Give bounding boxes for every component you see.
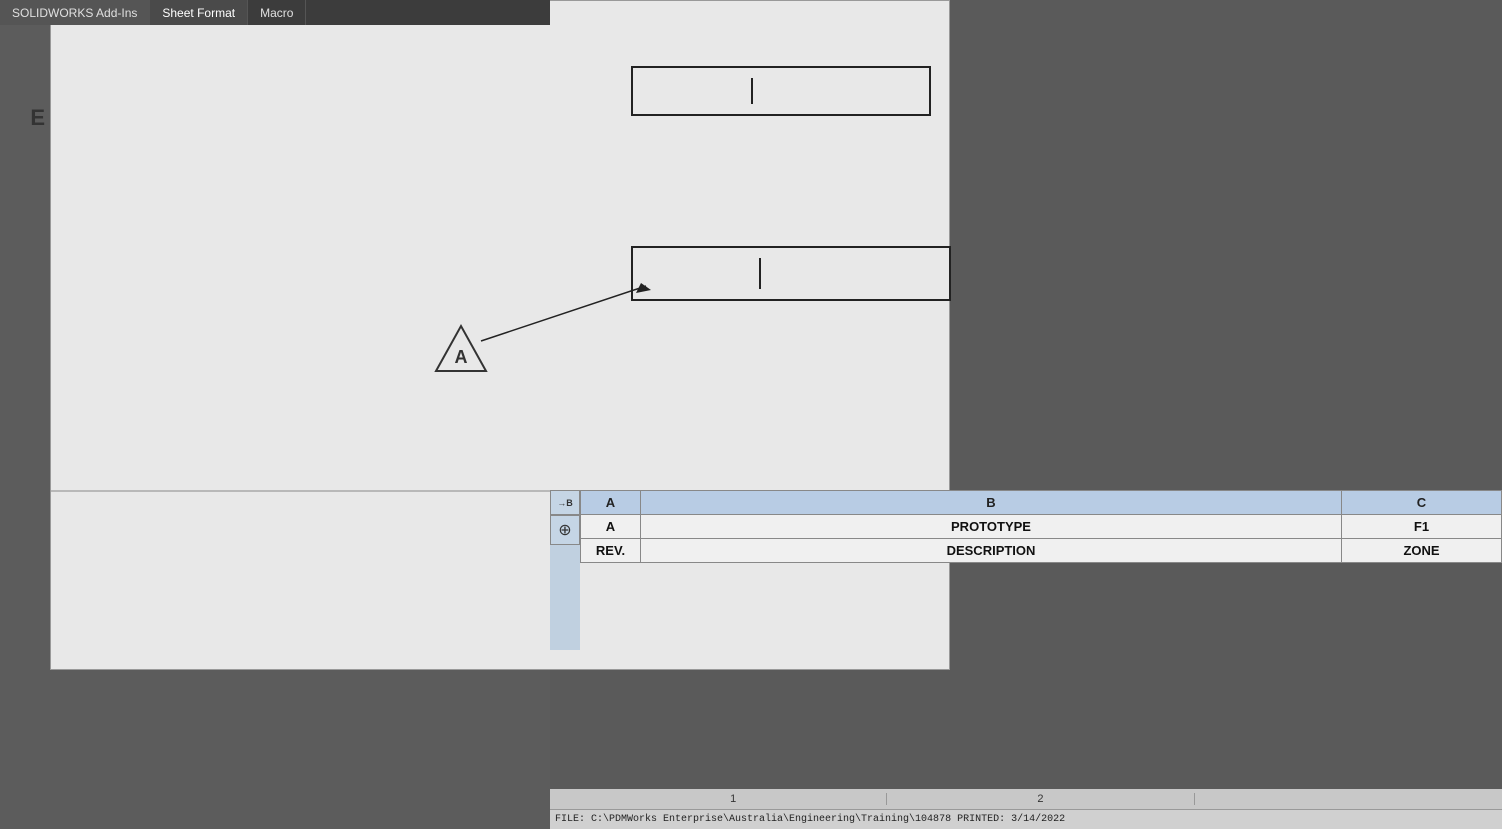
col-num-1: 1 — [580, 793, 887, 805]
col-num-2: 2 — [887, 793, 1194, 805]
svg-text:A: A — [455, 347, 468, 367]
menu-item-macro[interactable]: Macro — [248, 0, 306, 25]
move-handle-top[interactable]: →B — [550, 490, 580, 515]
cell-8-a[interactable]: REV. — [581, 539, 641, 563]
menu-item-solidworks-addins[interactable]: SOLIDWORKS Add-Ins — [0, 0, 150, 25]
move-icon — [558, 520, 571, 540]
move-handle-main[interactable] — [550, 515, 580, 545]
spreadsheet-table: A B C A PROTOTYPE F1 REV. DESCRIPTION ZO… — [580, 490, 1502, 563]
cell-7-b[interactable]: PROTOTYPE — [641, 515, 1342, 539]
col-num-row: 1 2 — [550, 789, 1502, 809]
cell-8-c[interactable]: ZONE — [1342, 539, 1502, 563]
menu-bar: SOLIDWORKS Add-Ins Sheet Format Macro — [0, 0, 550, 25]
row-e-label: E — [0, 105, 50, 131]
drawing-svg: A — [51, 1, 949, 669]
header-row: A B C — [581, 491, 1502, 515]
cell-8-b[interactable]: DESCRIPTION — [641, 539, 1342, 563]
cell-7-a[interactable]: A — [581, 515, 641, 539]
move-handle-top-icon: →B — [557, 498, 573, 508]
cell-7-c[interactable]: F1 — [1342, 515, 1502, 539]
status-bar: FILE: C:\PDMWorks Enterprise\Australia\E… — [550, 809, 1502, 829]
header-col-b: B — [641, 491, 1342, 515]
spreadsheet-table-wrapper: A B C A PROTOTYPE F1 REV. DESCRIPTION ZO… — [580, 490, 1502, 563]
menu-item-sheet-format[interactable]: Sheet Format — [150, 0, 248, 25]
drawing-sheet: A — [50, 0, 950, 670]
table-row: A PROTOTYPE F1 — [581, 515, 1502, 539]
header-col-a: A — [581, 491, 641, 515]
status-text: FILE: C:\PDMWorks Enterprise\Australia\E… — [555, 814, 1065, 825]
header-col-c: C — [1342, 491, 1502, 515]
table-row: REV. DESCRIPTION ZONE — [581, 539, 1502, 563]
